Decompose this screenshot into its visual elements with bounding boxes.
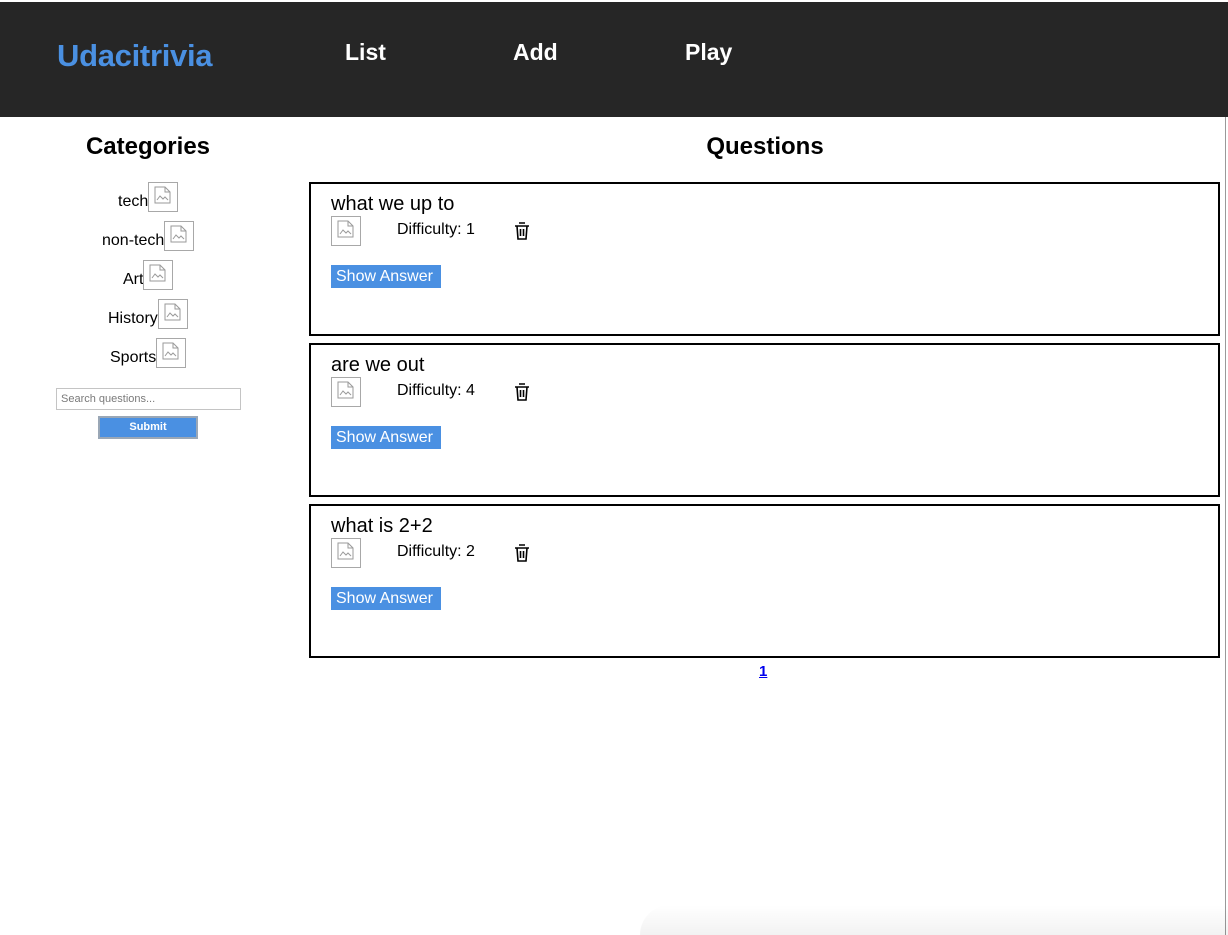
- brand-logo[interactable]: Udacitrivia: [57, 38, 213, 74]
- category-image-icon: [156, 338, 187, 368]
- window-edge: [1225, 117, 1226, 935]
- categories-title: Categories: [85, 133, 211, 160]
- category-item-history[interactable]: History: [108, 299, 188, 329]
- trash-icon[interactable]: [514, 383, 530, 401]
- difficulty-label: Difficulty: 2: [397, 543, 475, 560]
- category-label: tech: [118, 193, 149, 210]
- header-bar: Udacitrivia List Add Play: [0, 2, 1228, 117]
- trash-icon[interactable]: [514, 222, 530, 240]
- category-image-icon: [331, 377, 361, 407]
- category-item-non-tech[interactable]: non-tech: [102, 221, 195, 251]
- category-label: Art: [123, 271, 144, 288]
- questions-title: Questions: [706, 133, 824, 160]
- category-item-sports[interactable]: Sports: [110, 338, 187, 368]
- app-frame: Udacitrivia List Add Play Categories tec…: [0, 0, 1228, 935]
- question-card: what is 2+2 Difficulty: 2 Show Answer: [309, 504, 1220, 658]
- category-item-tech[interactable]: tech: [118, 182, 179, 212]
- category-image-icon: [148, 182, 179, 212]
- category-label: non-tech: [102, 232, 165, 249]
- submit-button[interactable]: Submit: [98, 416, 198, 439]
- category-image-icon: [164, 221, 195, 251]
- show-answer-button[interactable]: Show Answer: [331, 587, 441, 610]
- category-label: Sports: [110, 349, 157, 366]
- category-image-icon: [331, 538, 361, 568]
- show-answer-button[interactable]: Show Answer: [331, 426, 441, 449]
- category-image-icon: [331, 216, 361, 246]
- category-image-icon: [143, 260, 174, 290]
- nav-list[interactable]: List: [345, 39, 386, 66]
- question-text: are we out: [331, 354, 425, 376]
- question-text: what is 2+2: [331, 515, 433, 537]
- difficulty-label: Difficulty: 1: [397, 221, 475, 238]
- nav-add[interactable]: Add: [513, 39, 558, 66]
- difficulty-label: Difficulty: 4: [397, 382, 475, 399]
- search-input[interactable]: [56, 388, 241, 410]
- category-image-icon: [157, 299, 188, 329]
- trash-icon[interactable]: [514, 544, 530, 562]
- question-card: are we out Difficulty: 4 Show Answer: [309, 343, 1220, 497]
- question-text: what we up to: [331, 193, 455, 215]
- show-answer-button[interactable]: Show Answer: [331, 265, 441, 288]
- question-card: what we up to Difficulty: 1 Show Answer: [309, 182, 1220, 336]
- pagination-page-link[interactable]: 1: [759, 663, 767, 680]
- category-item-art[interactable]: Art: [123, 260, 174, 290]
- nav-play[interactable]: Play: [685, 39, 732, 66]
- window-shadow: [640, 905, 1228, 935]
- category-label: History: [108, 310, 158, 327]
